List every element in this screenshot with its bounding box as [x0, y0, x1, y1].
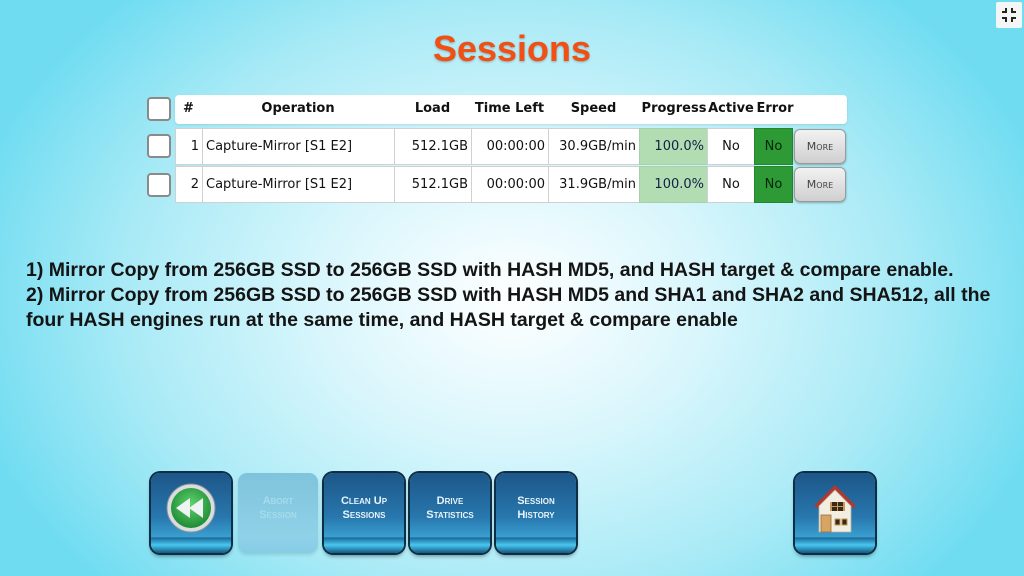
row-num: 1	[175, 128, 203, 165]
rewind-icon	[166, 483, 216, 533]
row-checkbox[interactable]	[147, 173, 171, 197]
row-num: 2	[175, 166, 203, 203]
drive-statistics-button[interactable]: Drive Statistics	[410, 473, 490, 553]
select-all-checkbox[interactable]	[147, 97, 171, 121]
row-speed: 30.9GB/min	[548, 128, 640, 165]
row-active: No	[707, 166, 755, 203]
description-text: 1) Mirror Copy from 256GB SSD to 256GB S…	[26, 258, 1006, 333]
row-speed: 31.9GB/min	[548, 166, 640, 203]
drive-label-2: Statistics	[426, 509, 474, 521]
row-operation: Capture-Mirror [S1 E2]	[202, 166, 395, 203]
abort-session-button[interactable]: Abort Session	[238, 473, 318, 553]
row-time-left: 00:00:00	[471, 166, 549, 203]
col-progress: Progress	[641, 101, 707, 116]
page-title: Sessions	[432, 28, 592, 69]
exit-fullscreen-button[interactable]	[996, 2, 1022, 28]
description-line-2: 2) Mirror Copy from 256GB SSD to 256GB S…	[26, 284, 991, 331]
exit-fullscreen-icon	[1002, 8, 1016, 22]
history-label-2: History	[517, 509, 555, 521]
more-button[interactable]: More	[794, 167, 846, 202]
cleanup-label-2: Sessions	[342, 509, 386, 521]
abort-label-2: Session	[259, 509, 297, 521]
more-button[interactable]: More	[794, 129, 846, 164]
back-button[interactable]	[151, 473, 231, 553]
row-error: No	[754, 128, 793, 165]
row-checkbox[interactable]	[147, 134, 171, 158]
col-load: Load	[414, 101, 451, 116]
home-icon	[814, 485, 856, 533]
cleanup-label-1: Clean Up	[340, 495, 388, 507]
col-operation: Operation	[261, 101, 335, 116]
drive-label-1: Drive	[436, 495, 464, 507]
row-active: No	[707, 128, 755, 165]
row-progress: 100.0%	[639, 128, 708, 165]
clean-up-sessions-button[interactable]: Clean Up Sessions	[324, 473, 404, 553]
row-progress: 100.0%	[639, 166, 708, 203]
table-header: # Operation Load Time Left Speed Progres…	[175, 95, 847, 124]
col-time-left: Time Left	[474, 101, 545, 116]
col-num: #	[183, 101, 194, 116]
history-label-1: Session	[517, 495, 555, 507]
description-line-1: 1) Mirror Copy from 256GB SSD to 256GB S…	[26, 259, 954, 281]
row-load: 512.1GB	[394, 166, 472, 203]
abort-label-1: Abort	[262, 495, 294, 507]
row-time-left: 00:00:00	[471, 128, 549, 165]
session-history-button[interactable]: Session History	[496, 473, 576, 553]
col-error: Error	[756, 101, 794, 116]
col-active: Active	[708, 101, 754, 116]
home-button[interactable]	[795, 473, 875, 553]
row-error: No	[754, 166, 793, 203]
row-load: 512.1GB	[394, 128, 472, 165]
col-speed: Speed	[570, 101, 617, 116]
row-operation: Capture-Mirror [S1 E2]	[202, 128, 395, 165]
